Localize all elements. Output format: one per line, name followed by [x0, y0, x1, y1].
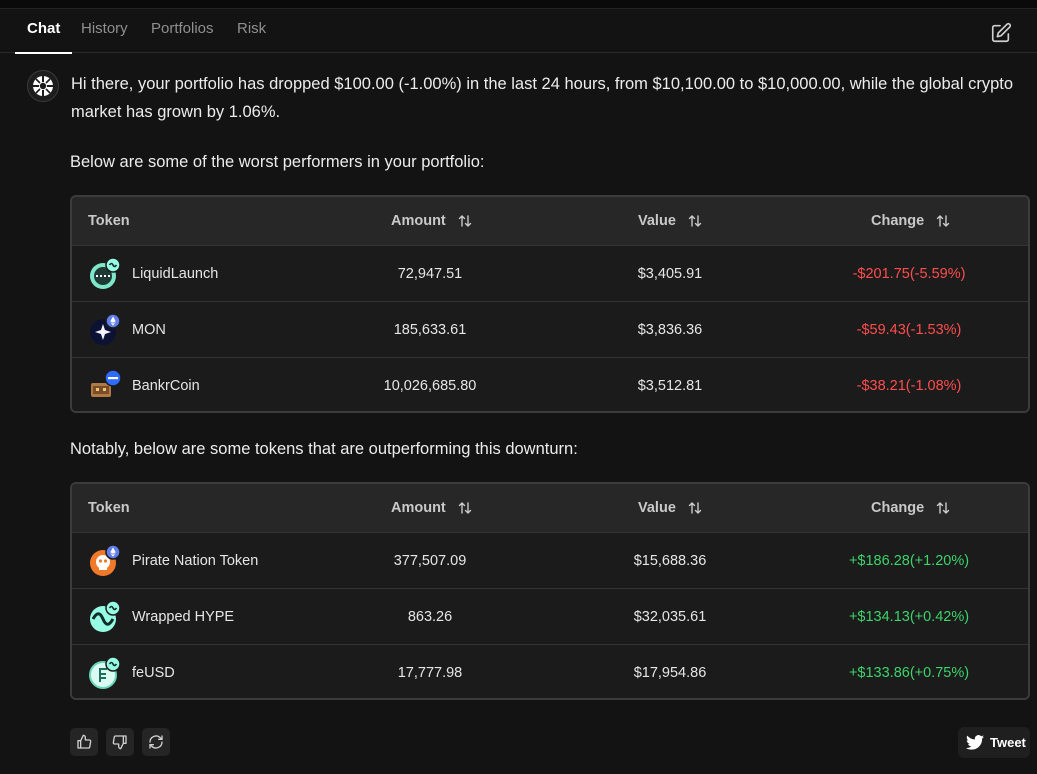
table-row[interactable]: Wrapped HYPE 863.26 $32,035.61 +$134.13(… — [72, 588, 1028, 644]
token-change: -$201.75(-5.59%) — [852, 266, 966, 282]
column-header-value-label: Value — [638, 213, 676, 229]
column-header-amount-label: Amount — [391, 213, 446, 229]
sort-icon[interactable] — [458, 501, 472, 515]
sort-icon[interactable] — [688, 501, 702, 515]
assistant-avatar — [27, 70, 59, 102]
assistant-logo-icon — [33, 76, 53, 96]
table-row[interactable]: MON 185,633.61 $3,836.36 -$59.43(-1.53%) — [72, 301, 1028, 357]
table-header: Token Amount Value Change — [72, 197, 1028, 245]
thumbs-up-icon — [77, 734, 92, 749]
token-value: $3,836.36 — [637, 322, 703, 338]
regenerate-button[interactable] — [142, 728, 170, 756]
tab-portfolios[interactable]: Portfolios — [151, 9, 214, 53]
tweet-button[interactable]: Tweet — [958, 727, 1030, 758]
worst-performers-heading: Below are some of the worst performers i… — [70, 153, 485, 171]
token-amount: 10,026,685.80 — [383, 378, 477, 394]
sort-icon[interactable] — [458, 214, 472, 228]
column-header-value[interactable]: Value — [638, 197, 702, 245]
tab-history[interactable]: History — [81, 9, 128, 53]
feusd-token-icon — [88, 656, 122, 690]
tab-chat[interactable]: Chat — [14, 9, 73, 54]
token-value: $32,035.61 — [633, 609, 707, 625]
twitter-bird-icon — [966, 735, 984, 750]
token-amount: 863.26 — [407, 609, 453, 625]
token-change: -$59.43(-1.53%) — [856, 322, 962, 338]
wrapped-hype-token-icon — [88, 600, 122, 634]
token-change: +$133.86(+0.75%) — [848, 665, 970, 681]
column-header-change-label: Change — [871, 500, 925, 516]
column-header-token: Token — [88, 213, 130, 229]
table-row[interactable]: feUSD 17,777.98 $17,954.86 +$133.86(+0.7… — [72, 644, 1028, 698]
token-value: $15,688.36 — [633, 553, 707, 569]
token-name: feUSD — [132, 665, 175, 681]
column-header-token: Token — [88, 500, 130, 516]
thumbs-down-icon — [112, 735, 127, 750]
token-value: $3,512.81 — [637, 378, 703, 394]
token-amount: 377,507.09 — [393, 553, 467, 569]
sort-icon[interactable] — [688, 214, 702, 228]
table-row[interactable]: BankrCoin 10,026,685.80 $3,512.81 -$38.2… — [72, 357, 1028, 411]
tab-bar: Chat History Portfolios Risk — [0, 9, 1037, 54]
token-change: +$134.13(+0.42%) — [848, 609, 970, 625]
token-value: $17,954.86 — [633, 665, 707, 681]
token-name: MON — [132, 322, 166, 338]
tweet-label: Tweet — [990, 735, 1026, 750]
assistant-message-intro: Hi there, your portfolio has dropped $10… — [71, 75, 1014, 121]
token-name: Pirate Nation Token — [132, 553, 259, 569]
thumbs-down-button[interactable] — [106, 728, 134, 756]
pirate-nation-token-icon — [88, 544, 122, 578]
token-change: -$38.21(-1.08%) — [856, 378, 962, 394]
table-row[interactable]: LiquidLaunch 72,947.51 $3,405.91 -$201.7… — [72, 245, 1028, 301]
column-header-change[interactable]: Change — [871, 197, 950, 245]
liquidlaunch-token-icon — [88, 257, 122, 291]
token-change: +$186.28(+1.20%) — [848, 553, 970, 569]
bankrcoin-token-icon — [88, 369, 122, 403]
token-amount: 185,633.61 — [393, 322, 467, 338]
sort-icon[interactable] — [936, 214, 950, 228]
column-header-amount-label: Amount — [391, 500, 446, 516]
mon-token-icon — [88, 313, 122, 347]
outperformers-heading: Notably, below are some tokens that are … — [70, 440, 578, 458]
column-header-value-label: Value — [638, 500, 676, 516]
thumbs-up-button[interactable] — [70, 728, 98, 756]
window-top-strip — [0, 0, 1037, 9]
token-amount: 72,947.51 — [397, 266, 463, 282]
token-name: Wrapped HYPE — [132, 609, 235, 625]
token-amount: 17,777.98 — [397, 665, 463, 681]
token-value: $3,405.91 — [637, 266, 703, 282]
edit-icon — [991, 22, 1012, 43]
token-name: BankrCoin — [132, 378, 200, 394]
table-header: Token Amount Value Change — [72, 484, 1028, 532]
column-header-amount[interactable]: Amount — [391, 484, 472, 532]
column-header-value[interactable]: Value — [638, 484, 702, 532]
refresh-icon — [149, 735, 163, 749]
column-header-amount[interactable]: Amount — [391, 197, 472, 245]
new-chat-button[interactable] — [990, 22, 1012, 44]
token-name: LiquidLaunch — [132, 266, 219, 282]
sort-icon[interactable] — [936, 501, 950, 515]
outperformers-table: Token Amount Value Change Pirate Nation … — [70, 482, 1030, 700]
tab-risk[interactable]: Risk — [237, 9, 266, 53]
worst-performers-table: Token Amount Value Change LiquidLaunch 7… — [70, 195, 1030, 413]
table-row[interactable]: Pirate Nation Token 377,507.09 $15,688.3… — [72, 532, 1028, 588]
column-header-change[interactable]: Change — [871, 484, 950, 532]
column-header-change-label: Change — [871, 213, 925, 229]
